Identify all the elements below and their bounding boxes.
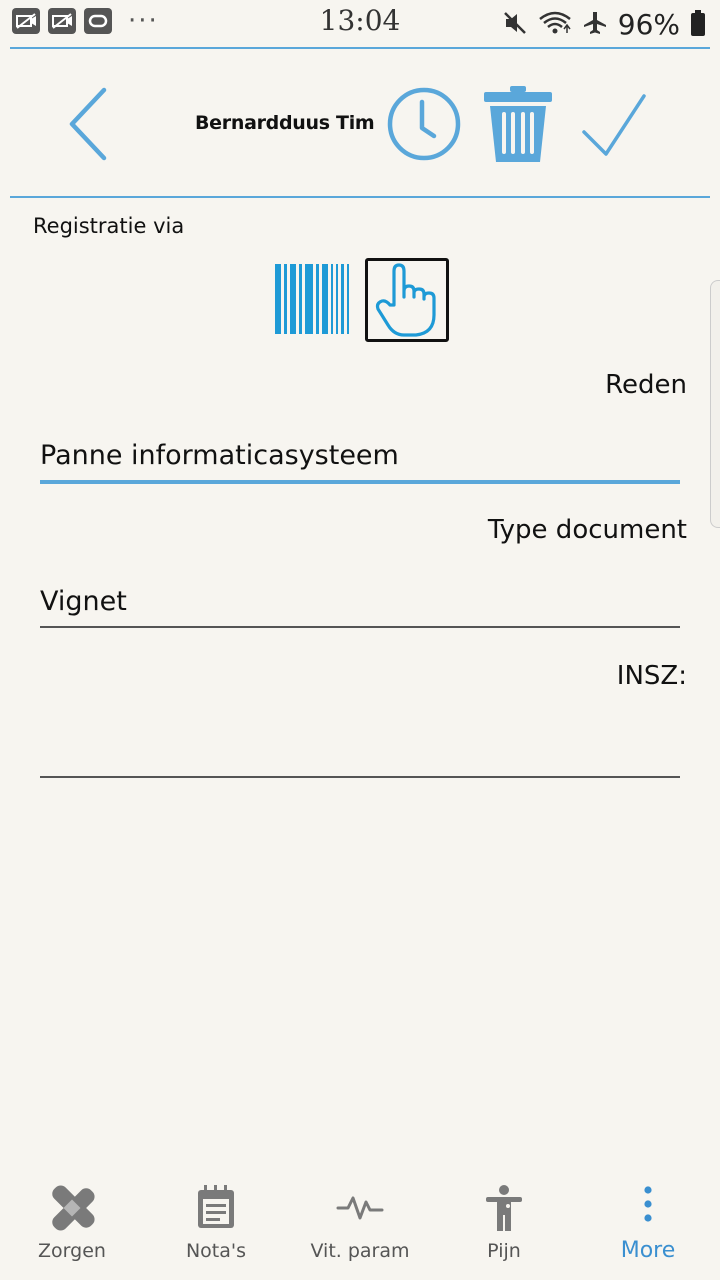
- delete-button[interactable]: [482, 84, 554, 164]
- document-type-input[interactable]: Vignet: [40, 586, 127, 617]
- hand-pointer-icon: [375, 263, 436, 337]
- history-button[interactable]: [386, 86, 462, 162]
- mute-icon: [502, 10, 528, 40]
- nav-pijn-label: Pijn: [487, 1240, 521, 1262]
- side-scroll-handle[interactable]: [710, 280, 720, 528]
- insz-label: INSZ:: [616, 661, 687, 691]
- registration-label: Registratie via: [33, 214, 185, 238]
- nav-zorgen[interactable]: Zorgen: [0, 1172, 144, 1280]
- check-icon: [582, 94, 646, 156]
- insz-underline: [40, 776, 680, 778]
- nav-pijn[interactable]: Pijn: [432, 1172, 576, 1280]
- app-header: Bernardduus Tim: [0, 50, 720, 196]
- document-type-label: Type document: [487, 515, 687, 545]
- back-chevron-icon: [69, 87, 107, 161]
- barcode-option-button[interactable]: [272, 262, 352, 336]
- barcode-icon: [275, 264, 349, 334]
- insz-input[interactable]: [40, 732, 680, 772]
- nav-more-label: More: [620, 1238, 676, 1263]
- nav-vit-param[interactable]: Vit. param: [288, 1172, 432, 1280]
- back-button[interactable]: [58, 84, 118, 164]
- bottom-navigation: Zorgen Nota's Vit. param Pijn More: [0, 1172, 720, 1280]
- trash-icon: [484, 86, 552, 162]
- body-icon: [484, 1184, 524, 1236]
- battery-icon: [690, 9, 706, 41]
- reason-input-underline: [40, 480, 680, 484]
- document-type-underline: [40, 626, 680, 628]
- nav-vit-param-label: Vit. param: [310, 1240, 410, 1262]
- bandage-icon: [48, 1184, 96, 1236]
- manual-option-button[interactable]: [365, 258, 449, 342]
- nav-more[interactable]: More: [576, 1172, 720, 1280]
- nav-notas-label: Nota's: [185, 1240, 247, 1262]
- nav-notas[interactable]: Nota's: [144, 1172, 288, 1280]
- pulse-icon: [336, 1184, 384, 1234]
- patient-name: Bernardduus Tim: [195, 112, 375, 134]
- status-right-icons: 96%: [502, 8, 706, 41]
- notepad-icon: [196, 1184, 236, 1234]
- confirm-button[interactable]: [578, 88, 650, 160]
- status-bar: ··· 13:04 96%: [0, 0, 720, 48]
- nav-zorgen-label: Zorgen: [38, 1240, 106, 1262]
- header-top-divider: [10, 47, 710, 49]
- header-bottom-divider: [10, 196, 710, 198]
- wifi-icon: [538, 9, 572, 41]
- clock-icon: [387, 87, 461, 161]
- reason-label: Reden: [605, 370, 687, 400]
- airplane-icon: [582, 10, 608, 40]
- more-vertical-icon: [642, 1184, 654, 1228]
- battery-percentage: 96%: [617, 8, 680, 41]
- reason-input[interactable]: Panne informaticasysteem: [40, 440, 399, 471]
